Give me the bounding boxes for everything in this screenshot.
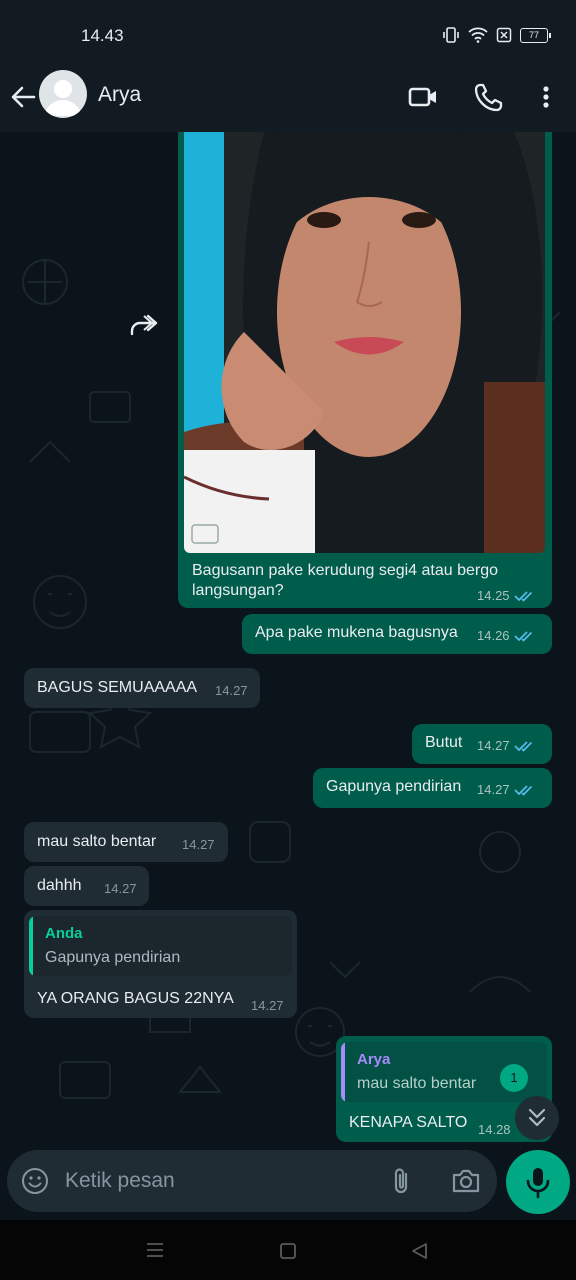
- message-text: BAGUS SEMUAAAAA: [37, 679, 198, 696]
- chat-header: Arya: [0, 70, 576, 132]
- message-meta: 14.25: [477, 588, 536, 603]
- message-bubble[interactable]: Gapunya pendirian 14.27: [313, 768, 552, 808]
- message-time: 14.28: [478, 1122, 511, 1137]
- message-bubble[interactable]: Butut 14.27: [412, 724, 552, 764]
- emoji-icon[interactable]: [21, 1167, 49, 1195]
- message-bubble[interactable]: Bagusann pake kerudung segi4 atau bergo …: [178, 132, 552, 608]
- video-call-icon[interactable]: [406, 80, 440, 114]
- message-bubble[interactable]: Apa pake mukena bagusnya 14.26: [242, 614, 552, 654]
- photo-image: [184, 132, 545, 553]
- chat-area[interactable]: Bagusann pake kerudung segi4 atau bergo …: [0, 132, 576, 1148]
- back-arrow-icon[interactable]: [8, 82, 38, 112]
- message-time: 14.26: [477, 628, 510, 643]
- quote-text: mau salto bentar: [357, 1075, 477, 1092]
- message-text: Butut: [425, 734, 463, 751]
- quote-author: Anda: [45, 925, 83, 942]
- message-text: KENAPA SALTO: [349, 1114, 468, 1131]
- system-nav-bar: [0, 1220, 576, 1280]
- voice-call-icon[interactable]: [472, 80, 506, 114]
- wifi-icon: [468, 27, 488, 43]
- unread-count-badge: 1: [500, 1064, 528, 1092]
- message-bubble[interactable]: Anda Gapunya pendirian YA ORANG BAGUS 22…: [24, 910, 297, 1018]
- read-receipt-icon: [513, 630, 532, 642]
- double-chevron-down-icon: [528, 1108, 546, 1127]
- back-nav-icon[interactable]: [410, 1242, 428, 1260]
- camera-icon[interactable]: [450, 1167, 482, 1195]
- home-icon[interactable]: [279, 1242, 297, 1260]
- message-time: 14.27: [251, 998, 284, 1013]
- status-bar: 14.43 77: [0, 0, 576, 70]
- quote-author: Arya: [357, 1051, 391, 1068]
- photo-attachment[interactable]: [184, 132, 545, 553]
- message-text: mau salto bentar: [37, 833, 157, 850]
- message-time: 14.27: [477, 738, 510, 753]
- message-input-bar: Ketik pesan: [7, 1150, 497, 1212]
- message-meta: 14.27: [477, 782, 536, 797]
- message-time: 14.27: [215, 683, 248, 698]
- message-text: YA ORANG BAGUS 22NYA: [37, 990, 234, 1007]
- default-avatar-icon: [45, 80, 81, 116]
- voice-message-button[interactable]: [506, 1150, 570, 1214]
- read-receipt-icon: [513, 590, 532, 602]
- message-bubble[interactable]: BAGUS SEMUAAAAA 14.27: [24, 668, 260, 708]
- menu-dots-icon[interactable]: [529, 80, 563, 114]
- message-time: 14.27: [477, 782, 510, 797]
- sim-off-icon: [496, 27, 512, 43]
- message-text: dahhh: [37, 877, 82, 894]
- vibrate-icon: [443, 27, 459, 43]
- quote-text: Gapunya pendirian: [45, 949, 181, 966]
- message-text-line2: langsungan?: [192, 582, 284, 599]
- microphone-icon: [526, 1168, 550, 1199]
- message-bubble[interactable]: mau salto bentar 14.27: [24, 822, 228, 862]
- quote-bar: [29, 916, 33, 976]
- battery-icon: 77: [520, 27, 551, 43]
- battery-level: 77: [528, 29, 539, 40]
- status-icons: 77: [442, 26, 551, 44]
- read-receipt-icon: [513, 740, 532, 752]
- forward-icon[interactable]: [130, 314, 160, 338]
- message-meta: 14.26: [477, 628, 536, 643]
- quote-bar: [341, 1042, 345, 1102]
- read-receipt-icon: [513, 784, 532, 796]
- message-text: Apa pake mukena bagusnya: [255, 624, 458, 641]
- message-text: Bagusann pake kerudung segi4 atau bergo: [192, 562, 499, 579]
- message-text: Gapunya pendirian: [326, 778, 462, 795]
- message-time: 14.27: [182, 837, 215, 852]
- attach-paperclip-icon[interactable]: [388, 1166, 416, 1196]
- unread-count: 1: [510, 1070, 518, 1085]
- avatar[interactable]: [39, 70, 87, 118]
- message-time: 14.27: [104, 881, 137, 896]
- scroll-to-bottom-button[interactable]: [515, 1096, 559, 1140]
- contact-name[interactable]: Arya: [98, 83, 141, 107]
- message-bubble[interactable]: dahhh 14.27: [24, 866, 149, 906]
- recents-menu-icon[interactable]: [146, 1242, 164, 1258]
- message-meta: 14.27: [477, 738, 536, 753]
- message-time: 14.25: [477, 588, 510, 603]
- quoted-message[interactable]: Anda Gapunya pendirian: [29, 916, 292, 976]
- message-input[interactable]: Ketik pesan: [65, 1169, 175, 1193]
- status-time: 14.43: [81, 26, 124, 45]
